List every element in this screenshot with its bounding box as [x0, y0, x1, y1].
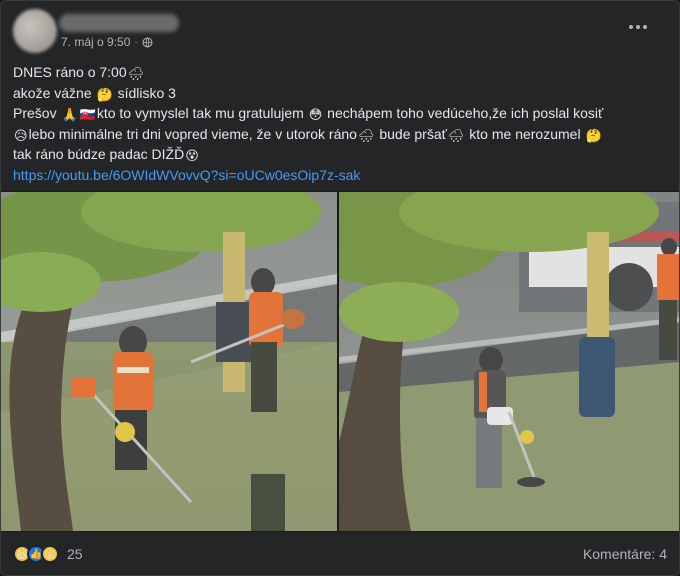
rain-cloud-icon: 🌧	[127, 66, 145, 81]
reactions-summary[interactable]: 😆 👍 😮 25	[13, 545, 83, 563]
text-segment: akože vážne	[13, 84, 92, 101]
globe-icon	[142, 37, 153, 47]
more-options-icon[interactable]	[627, 22, 649, 32]
meta-separator: ·	[134, 36, 138, 48]
avatar[interactable]	[13, 9, 57, 53]
photo-right[interactable]	[339, 192, 679, 531]
praying-hands-icon: 🙏	[61, 107, 78, 122]
thinking-face-icon: 🤔	[585, 127, 602, 143]
post-text: DNES ráno o 7:00🌧 akože vážne 🤔 sídlisko…	[13, 62, 673, 185]
post-line: akože vážne 🤔 sídlisko 3	[13, 83, 673, 104]
text-segment: nechápem toho vedúceho,že ich poslal kos…	[327, 105, 604, 121]
thinking-face-icon: 🤔	[96, 86, 113, 102]
rain-cloud-icon: 🌧	[447, 127, 465, 143]
text-segment: kto me nerozumel	[469, 125, 581, 142]
post-line: 😥lebo minimálne tri dni vopred vieme, že…	[13, 124, 673, 145]
text-segment: Prešov	[13, 105, 57, 121]
post-footer: 😆 👍 😮 25 Komentáre: 4	[13, 541, 667, 567]
reaction-count: 25	[67, 546, 83, 562]
photo-left[interactable]	[1, 192, 337, 531]
photo-left-image	[1, 192, 337, 531]
photo-right-image	[339, 192, 679, 531]
text-segment: lebo minimálne tri dni vopred vieme, že …	[28, 125, 357, 142]
text-segment: sídlisko 3	[117, 84, 176, 101]
post-header: 7. máj o 9:50 ·	[13, 9, 667, 53]
author-name-blurred[interactable]	[59, 14, 179, 32]
post-line: Prešov 🙏 🇸🇰kto to vymyslel tak mu gratulu…	[13, 103, 673, 124]
rain-cloud-icon: 🌧	[357, 127, 375, 143]
text-segment: bude pršať	[379, 125, 447, 142]
sad-face-icon: 😥	[14, 127, 28, 143]
post-line: https://youtu.be/6OWIdWVovvQ?si=oUCw0esO…	[13, 165, 673, 186]
text-segment: kto to vymyslel tak mu gratulujem	[96, 105, 304, 121]
slovakia-flag-icon: 🇸🇰	[79, 107, 96, 122]
post-line: tak ráno búdze padac DIŽĎ😵	[13, 144, 673, 165]
dizzy-face-icon: 😵	[185, 148, 199, 163]
reaction-icons: 😆 👍 😮	[13, 545, 59, 563]
post-timestamp[interactable]: 7. máj o 9:50	[61, 35, 130, 49]
photo-grid	[1, 191, 679, 532]
post-line: DNES ráno o 7:00🌧	[13, 62, 673, 83]
wow-icon: 😮	[41, 545, 59, 563]
text-segment: tak ráno búdze padac DIŽĎ	[13, 146, 185, 162]
flushed-face-icon: 😳	[308, 107, 323, 122]
text-segment: DNES ráno o 7:00	[13, 64, 127, 80]
comments-count[interactable]: Komentáre: 4	[583, 546, 667, 562]
youtube-link[interactable]: https://youtu.be/6OWIdWVovvQ?si=oUCw0esO…	[13, 167, 360, 183]
post-card: 7. máj o 9:50 · DNES ráno o 7:00🌧 akože …	[0, 0, 680, 576]
post-meta: 7. máj o 9:50 ·	[61, 35, 153, 49]
